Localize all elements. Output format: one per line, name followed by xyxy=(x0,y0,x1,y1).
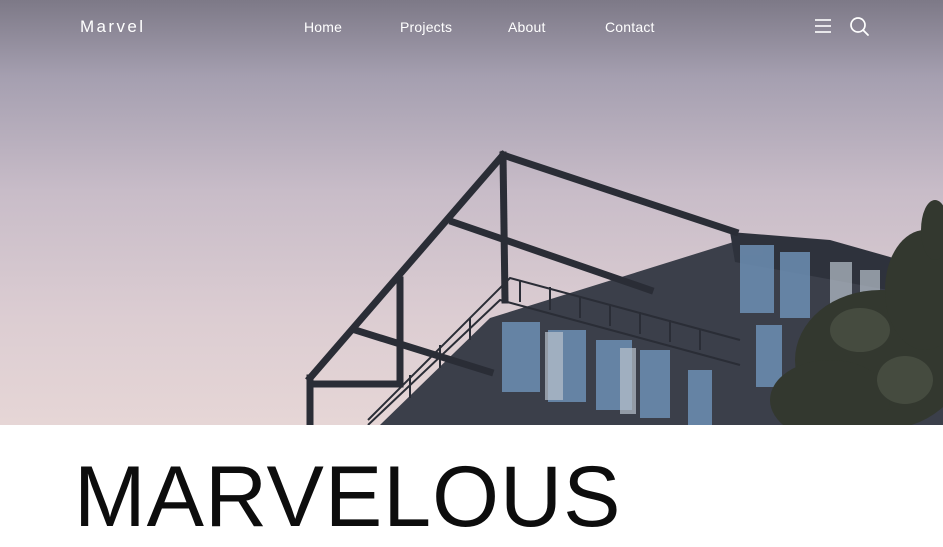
search-icon[interactable] xyxy=(848,15,870,37)
top-navigation: Marvel Home Projects About Contact xyxy=(0,0,943,54)
building-illustration xyxy=(305,150,943,425)
nav-link-about[interactable]: About xyxy=(508,19,546,35)
nav-link-home[interactable]: Home xyxy=(304,19,342,35)
nav-link-projects[interactable]: Projects xyxy=(400,19,452,35)
hero-headline: MARVELOUS xyxy=(74,449,622,545)
nav-menu: Home Projects About Contact xyxy=(0,19,943,39)
hero-image: Marvel Home Projects About Contact xyxy=(0,0,943,425)
nav-link-contact[interactable]: Contact xyxy=(605,19,655,35)
hamburger-menu-icon[interactable] xyxy=(812,15,834,37)
